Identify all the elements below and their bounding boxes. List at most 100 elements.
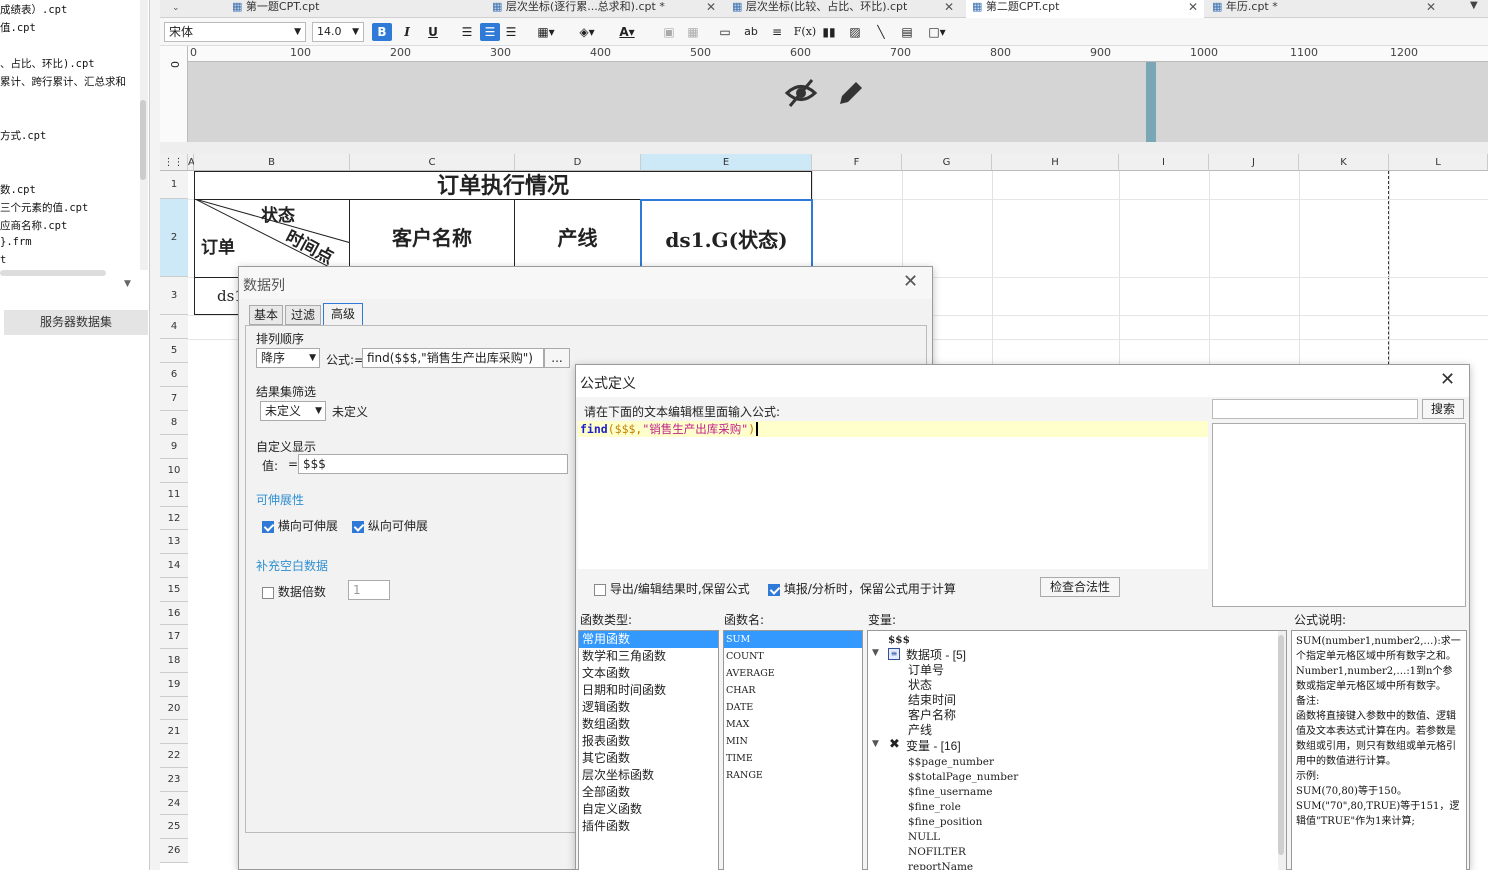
tree-item[interactable]: 数据项 - [5] xyxy=(906,648,966,663)
align-left-icon[interactable]: ☰ xyxy=(458,23,476,41)
checkbox-checked[interactable] xyxy=(768,583,780,596)
list-item[interactable]: AVERAGE xyxy=(724,665,862,682)
chevron-down-icon[interactable]: ▼ xyxy=(872,739,879,749)
column-header-g[interactable]: G xyxy=(902,154,992,171)
row-header[interactable]: 3 xyxy=(160,277,188,315)
tab-menu-icon[interactable]: ▼ xyxy=(1470,0,1478,11)
keep-formula-export-checkbox[interactable]: 导出/编辑结果时,保留公式 xyxy=(594,580,750,597)
row-header[interactable]: 12 xyxy=(160,507,188,530)
list-item[interactable]: 常用函数 xyxy=(579,631,718,648)
tree-item[interactable]: 订单号 xyxy=(908,663,944,678)
tab-overflow[interactable]: ⌄ xyxy=(166,0,206,18)
pane-boundary[interactable] xyxy=(1146,62,1156,142)
tree-item[interactable]: reportName xyxy=(908,860,973,870)
list-item[interactable]: COUNT xyxy=(724,648,862,665)
row-header[interactable]: 6 xyxy=(160,363,188,387)
split-icon[interactable]: ▦ xyxy=(684,23,702,41)
tree-item[interactable]: 变量 - [16] xyxy=(906,739,961,754)
tree-item[interactable]: NOFILTER xyxy=(908,845,966,860)
tab-filter[interactable]: 过滤 xyxy=(285,305,321,325)
checkbox-checked[interactable] xyxy=(352,520,364,533)
vertical-scrollbar[interactable] xyxy=(140,0,148,270)
list-item[interactable]: 全部函数 xyxy=(579,784,718,801)
align-right-icon[interactable]: ☰ xyxy=(502,23,520,41)
expand-vertical-checkbox[interactable]: 纵向可伸展 xyxy=(352,517,428,534)
row-header[interactable]: 26 xyxy=(160,839,188,863)
close-icon[interactable]: ✕ xyxy=(903,271,918,292)
row-header[interactable]: 4 xyxy=(160,315,188,339)
list-item[interactable]: 其它函数 xyxy=(579,750,718,767)
search-button[interactable]: 搜索 xyxy=(1422,399,1464,419)
row-header[interactable]: 14 xyxy=(160,554,188,578)
row-header[interactable]: 7 xyxy=(160,387,188,411)
horizontal-scrollbar[interactable] xyxy=(0,270,106,276)
row-header[interactable]: 2 xyxy=(160,199,188,277)
row-header[interactable]: 13 xyxy=(160,530,188,554)
row-header[interactable]: 21 xyxy=(160,720,188,744)
list-item[interactable]: CHAR xyxy=(724,682,862,699)
list-item[interactable]: 文本函数 xyxy=(579,665,718,682)
close-icon[interactable]: ✕ xyxy=(1188,0,1198,14)
tab-advanced[interactable]: 高级 xyxy=(323,303,363,325)
result-filter-select[interactable]: 未定义 ▼ xyxy=(260,401,326,421)
fill-color-icon[interactable]: ◈▾ xyxy=(572,23,602,41)
list-item[interactable]: SUM xyxy=(724,631,862,648)
tree-item[interactable]: $$totalPage_number xyxy=(908,770,1018,785)
list-item[interactable]: 日期和时间函数 xyxy=(579,682,718,699)
eye-off-icon[interactable] xyxy=(784,76,818,110)
formula-line[interactable]: find($$$,"销售生产出库采购") xyxy=(578,421,1208,437)
checkbox-unchecked[interactable] xyxy=(594,583,606,596)
column-header-c[interactable]: C xyxy=(350,154,515,171)
row-header[interactable]: 25 xyxy=(160,815,188,839)
list-item[interactable]: DATE xyxy=(724,699,862,716)
checkbox-checked[interactable] xyxy=(262,520,274,533)
tab-doc-1[interactable]: ▦ 第一题CPT.cpt xyxy=(226,0,480,18)
list-item[interactable]: 数学和三角函数 xyxy=(579,648,718,665)
font-name-select[interactable]: 宋体 ▼ xyxy=(164,22,306,42)
list-item[interactable]: 层次坐标函数 xyxy=(579,767,718,784)
underline-button[interactable]: U xyxy=(424,23,442,41)
file-item[interactable]: t xyxy=(0,254,6,266)
tree-item[interactable]: $$$ xyxy=(888,633,910,648)
list-item[interactable]: 插件函数 xyxy=(579,818,718,835)
merge-icon[interactable]: ▣ xyxy=(660,23,678,41)
row-header[interactable]: 20 xyxy=(160,697,188,720)
list-item[interactable]: MIN xyxy=(724,733,862,750)
server-dataset-button[interactable]: 服务器数据集 xyxy=(4,310,148,335)
vertical-scrollbar[interactable] xyxy=(1278,631,1286,870)
row-header[interactable]: 11 xyxy=(160,483,188,507)
richtext-icon[interactable]: ≡ xyxy=(768,23,786,41)
keep-formula-fill-checkbox[interactable]: 填报/分析时，保留公式用于计算 xyxy=(768,580,956,597)
chart-icon[interactable]: ▮▮ xyxy=(820,23,838,41)
list-item[interactable]: 报表函数 xyxy=(579,733,718,750)
check-validity-button[interactable]: 检查合法性 xyxy=(1040,577,1120,597)
sort-order-select[interactable]: 降序 ▼ xyxy=(256,348,320,368)
list-item[interactable]: MAX xyxy=(724,716,862,733)
italic-button[interactable]: I xyxy=(398,23,416,41)
text-element-button[interactable]: ab xyxy=(740,23,762,41)
file-item[interactable]: 值.cpt xyxy=(0,20,36,35)
file-item[interactable]: }.frm xyxy=(0,236,32,248)
tab-doc-2[interactable]: ▦ 层次坐标(逐行累...总求和).cpt * ✕ xyxy=(486,0,722,18)
file-item[interactable]: 累计、跨行累计、汇总求和 xyxy=(0,74,126,89)
list-item[interactable]: 数组函数 xyxy=(579,716,718,733)
list-item[interactable]: 逻辑函数 xyxy=(579,699,718,716)
column-header-d[interactable]: D xyxy=(515,154,641,171)
file-item[interactable]: 数.cpt xyxy=(0,182,36,197)
tree-item[interactable]: NULL xyxy=(908,830,940,845)
tab-doc-4-active[interactable]: ▦ 第二题CPT.cpt ✕ xyxy=(966,0,1204,18)
column-header-f[interactable]: F xyxy=(812,154,902,171)
row-header[interactable]: 9 xyxy=(160,435,188,459)
tree-item[interactable]: 客户名称 xyxy=(908,708,956,723)
function-search-input[interactable] xyxy=(1212,399,1418,419)
bold-button[interactable]: B xyxy=(372,23,392,41)
file-item[interactable]: 应商名称.cpt xyxy=(0,218,67,233)
tree-item[interactable]: 结束时间 xyxy=(908,693,956,708)
function-name-list[interactable]: SUM COUNT AVERAGE CHAR DATE MAX MIN TIME… xyxy=(723,630,863,870)
align-center-icon[interactable]: ☰ xyxy=(480,23,500,41)
row-header[interactable]: 8 xyxy=(160,411,188,435)
close-icon[interactable]: ✕ xyxy=(706,0,716,14)
column-header-e[interactable]: E xyxy=(641,154,812,171)
pane-divider[interactable] xyxy=(160,142,1488,154)
close-icon[interactable]: ✕ xyxy=(1440,369,1455,390)
